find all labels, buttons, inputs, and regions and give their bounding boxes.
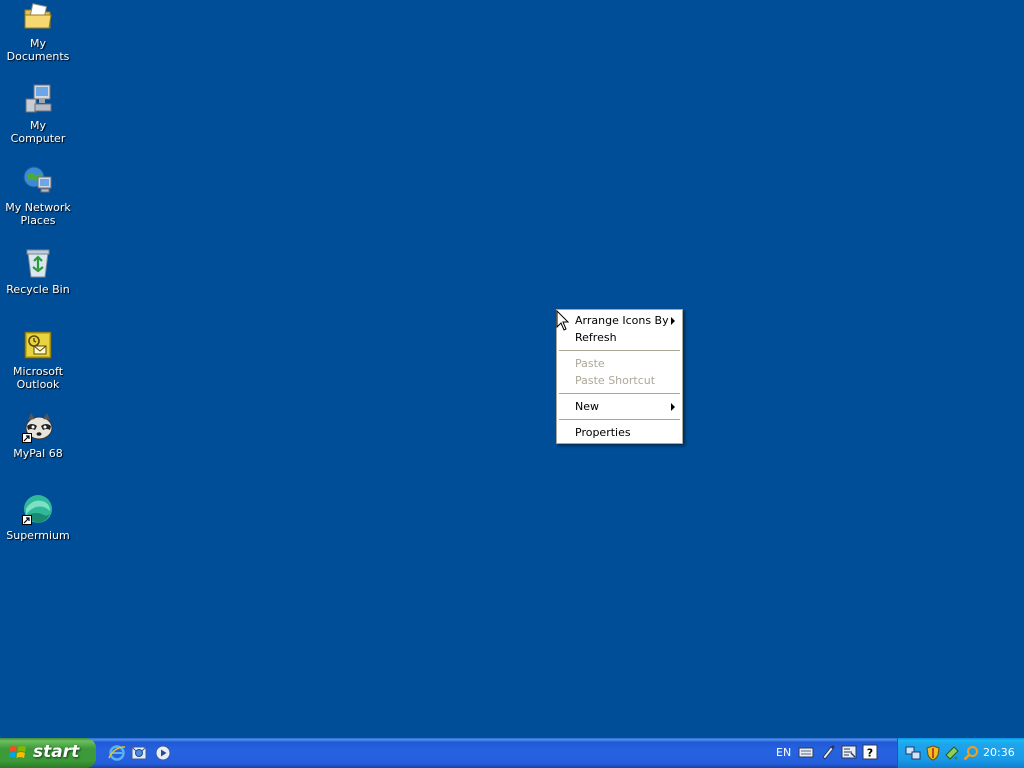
- taskbar: start EN ? 20:36: [0, 738, 1024, 768]
- outlook-icon: [22, 329, 54, 361]
- menu-item-properties[interactable]: Properties: [557, 424, 682, 441]
- menu-item-arrange-icons-by[interactable]: Arrange Icons By: [557, 312, 682, 329]
- desktop-context-menu: Arrange Icons By Refresh Paste Paste Sho…: [556, 309, 683, 444]
- submenu-arrow-icon: [671, 317, 675, 325]
- language-options-icon[interactable]: [841, 744, 857, 760]
- shortcut-arrow-icon: [22, 433, 32, 443]
- desktop-icon-label: My Computer: [10, 119, 66, 145]
- desktop-icon-my-documents[interactable]: My Documents: [0, 1, 76, 63]
- menu-item-label: Arrange Icons By: [575, 314, 669, 327]
- desktop-icon-label: Supermium: [6, 529, 70, 542]
- computer-icon: [22, 83, 54, 115]
- menu-item-label: Paste: [575, 357, 605, 370]
- menu-separator: [559, 350, 680, 351]
- help-icon[interactable]: ?: [862, 744, 878, 760]
- start-label: start: [33, 742, 80, 762]
- menu-item-refresh[interactable]: Refresh: [557, 329, 682, 346]
- menu-item-label: Paste Shortcut: [575, 374, 656, 387]
- desktop-icon-label: My Documents: [6, 37, 70, 63]
- internet-explorer-icon[interactable]: [108, 744, 126, 762]
- desktop-icon-recycle-bin[interactable]: Recycle Bin: [0, 247, 76, 296]
- safely-remove-icon[interactable]: [944, 745, 960, 761]
- start-button[interactable]: start: [0, 738, 96, 768]
- menu-item-paste-shortcut: Paste Shortcut: [557, 372, 682, 389]
- desktop-icon-mypal-68[interactable]: MyPal 68: [0, 411, 76, 460]
- menu-item-paste: Paste: [557, 355, 682, 372]
- recycle-bin-icon: [22, 247, 54, 279]
- menu-item-label: Refresh: [575, 331, 617, 344]
- desktop-icon-label: Recycle Bin: [6, 283, 70, 296]
- submenu-arrow-icon: [671, 403, 675, 411]
- my-documents-folder-icon: [22, 1, 54, 33]
- clock[interactable]: 20:36: [983, 746, 1015, 760]
- security-shield-icon[interactable]: [925, 745, 941, 761]
- desktop-icon-label: MyPal 68: [13, 447, 63, 460]
- desktop-icon-my-computer[interactable]: My Computer: [0, 83, 76, 145]
- desktop-icon-supermium[interactable]: Supermium: [0, 493, 76, 542]
- svg-text:?: ?: [867, 747, 873, 760]
- media-player-icon[interactable]: [154, 744, 172, 762]
- search-icon[interactable]: [963, 745, 979, 761]
- supermium-icon: [22, 493, 54, 525]
- menu-item-label: New: [575, 400, 599, 413]
- shortcut-arrow-icon: [22, 515, 32, 525]
- keyboard-icon[interactable]: [798, 744, 814, 760]
- menu-separator: [559, 393, 680, 394]
- language-indicator[interactable]: EN: [776, 746, 791, 760]
- menu-separator: [559, 419, 680, 420]
- pen-icon[interactable]: [820, 744, 836, 760]
- desktop[interactable]: My Documents My Computer My Network Plac…: [0, 0, 1024, 738]
- mypal-raccoon-icon: [22, 411, 54, 443]
- network-connection-icon[interactable]: [905, 745, 921, 761]
- windows-logo-icon: [9, 744, 27, 762]
- menu-item-new[interactable]: New: [557, 398, 682, 415]
- outlook-express-icon[interactable]: [130, 744, 148, 762]
- notification-area: 20:36: [897, 738, 1024, 768]
- network-places-icon: [22, 165, 54, 197]
- desktop-icon-microsoft-outlook[interactable]: Microsoft Outlook: [0, 329, 76, 391]
- menu-item-label: Properties: [575, 426, 631, 439]
- desktop-icon-my-network-places[interactable]: My Network Places: [0, 165, 76, 227]
- desktop-icon-label: Microsoft Outlook: [12, 365, 64, 391]
- desktop-icon-label: My Network Places: [5, 201, 71, 227]
